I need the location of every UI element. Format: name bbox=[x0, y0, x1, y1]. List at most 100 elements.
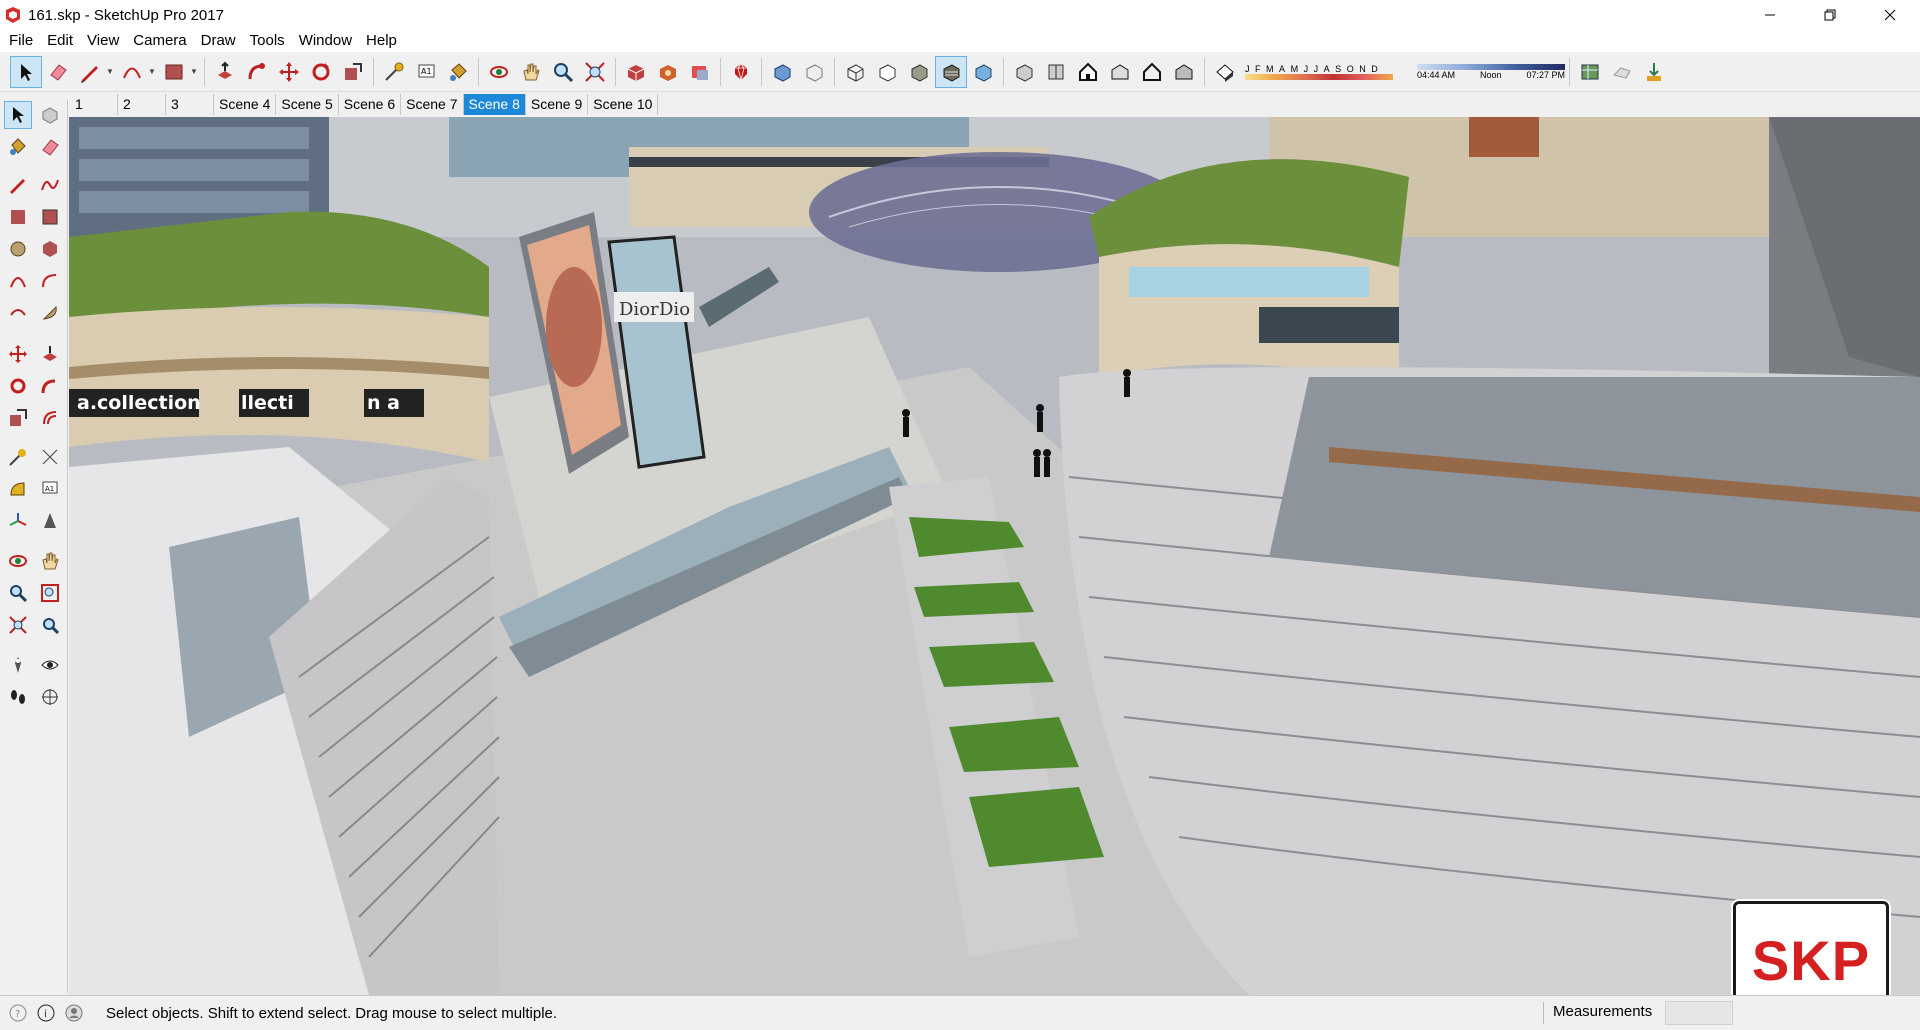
extension-warehouse-button[interactable] bbox=[725, 56, 757, 88]
zoom-button[interactable] bbox=[547, 56, 579, 88]
text-tool-button[interactable]: A1 bbox=[410, 56, 442, 88]
select-tool-button[interactable] bbox=[10, 55, 42, 88]
scale-tool[interactable] bbox=[4, 404, 32, 432]
rectangle-tool[interactable] bbox=[4, 203, 32, 231]
tape-measure-button[interactable] bbox=[378, 56, 410, 88]
zoom-tool[interactable] bbox=[4, 579, 32, 607]
arc-tool[interactable] bbox=[4, 267, 32, 295]
scene-tab[interactable]: Scene 9 bbox=[526, 93, 589, 115]
warehouse-button[interactable] bbox=[620, 56, 652, 88]
eraser-tool[interactable] bbox=[36, 133, 64, 161]
pan-tool[interactable] bbox=[36, 547, 64, 575]
style-monochrome-button[interactable] bbox=[967, 56, 999, 88]
scene-tab-active[interactable]: Scene 8 bbox=[463, 93, 526, 115]
orbit-tool[interactable] bbox=[4, 547, 32, 575]
zoom-extents-tool[interactable] bbox=[4, 611, 32, 639]
circle-tool[interactable] bbox=[4, 235, 32, 263]
menu-tools[interactable]: Tools bbox=[243, 30, 292, 52]
view-top-button[interactable] bbox=[1040, 56, 1072, 88]
scene-tab[interactable]: Scene 5 bbox=[276, 93, 339, 115]
previous-view-tool[interactable] bbox=[36, 611, 64, 639]
view-left-button[interactable] bbox=[1168, 56, 1200, 88]
menu-camera[interactable]: Camera bbox=[126, 30, 193, 52]
scale-button[interactable] bbox=[337, 56, 369, 88]
paint-bucket-tool[interactable] bbox=[4, 133, 32, 161]
scene-tab[interactable]: Scene 7 bbox=[401, 93, 464, 115]
dimension-tool[interactable] bbox=[36, 443, 64, 471]
shadows-toggle-button[interactable] bbox=[1209, 56, 1241, 88]
photo-texture-button[interactable] bbox=[1638, 56, 1670, 88]
view-back-button[interactable] bbox=[1136, 56, 1168, 88]
scene-tab[interactable]: Scene 6 bbox=[339, 93, 402, 115]
rectangle-tool-button[interactable] bbox=[158, 56, 190, 88]
protractor-tool[interactable] bbox=[4, 475, 32, 503]
shape-dropdown-arrow[interactable]: ▼ bbox=[190, 67, 200, 76]
style-backedges-button[interactable] bbox=[798, 56, 830, 88]
zoom-extents-button[interactable] bbox=[579, 56, 611, 88]
3d-text-tool[interactable] bbox=[36, 507, 64, 535]
minimize-button[interactable] bbox=[1740, 0, 1800, 30]
move-tool[interactable] bbox=[4, 340, 32, 368]
scene-tab[interactable]: 2 bbox=[118, 93, 166, 115]
tape-measure-tool[interactable] bbox=[4, 443, 32, 471]
rotate-button[interactable] bbox=[305, 56, 337, 88]
menu-draw[interactable]: Draw bbox=[194, 30, 243, 52]
look-around-tool[interactable] bbox=[36, 651, 64, 679]
orbit-button[interactable] bbox=[483, 56, 515, 88]
scene-tab[interactable]: 3 bbox=[166, 93, 214, 115]
pie-tool[interactable] bbox=[36, 299, 64, 327]
axes-tool[interactable] bbox=[4, 507, 32, 535]
arc-dropdown-arrow[interactable]: ▼ bbox=[148, 67, 158, 76]
style-hidden-line-button[interactable] bbox=[871, 56, 903, 88]
text-tool[interactable]: A1 bbox=[36, 475, 64, 503]
add-location-button[interactable] bbox=[1574, 56, 1606, 88]
view-right-button[interactable] bbox=[1104, 56, 1136, 88]
zoom-window-tool[interactable] bbox=[36, 579, 64, 607]
drawing-viewport[interactable]: a.collection llecti n a Dior Dio bbox=[69, 117, 1920, 995]
offset-tool[interactable] bbox=[36, 404, 64, 432]
rotated-rectangle-tool[interactable] bbox=[36, 203, 64, 231]
close-button[interactable] bbox=[1860, 0, 1920, 30]
restore-button[interactable] bbox=[1800, 0, 1860, 30]
polygon-tool[interactable] bbox=[36, 235, 64, 263]
move-button[interactable] bbox=[273, 56, 305, 88]
scene-tab[interactable]: Scene 4 bbox=[214, 93, 277, 115]
menu-help[interactable]: Help bbox=[359, 30, 404, 52]
menu-edit[interactable]: Edit bbox=[40, 30, 80, 52]
menu-view[interactable]: View bbox=[80, 30, 126, 52]
menu-file[interactable]: File bbox=[2, 30, 40, 52]
component-tool[interactable] bbox=[36, 101, 64, 129]
freehand-tool[interactable] bbox=[36, 171, 64, 199]
share-model-button[interactable] bbox=[652, 56, 684, 88]
pan-button[interactable] bbox=[515, 56, 547, 88]
scene-tab[interactable]: 1 bbox=[70, 93, 118, 115]
three-point-arc-tool[interactable] bbox=[4, 299, 32, 327]
push-pull-tool[interactable] bbox=[36, 340, 64, 368]
push-pull-button[interactable] bbox=[209, 56, 241, 88]
style-textured-button[interactable] bbox=[935, 55, 967, 88]
line-tool[interactable] bbox=[4, 171, 32, 199]
scene-tab[interactable]: Scene 10 bbox=[588, 93, 659, 115]
view-iso-button[interactable] bbox=[1008, 56, 1040, 88]
measurements-input[interactable] bbox=[1665, 1001, 1733, 1025]
shadow-month-slider[interactable] bbox=[1245, 73, 1393, 80]
user-account-icon[interactable] bbox=[64, 1003, 84, 1023]
share-component-button[interactable] bbox=[684, 56, 716, 88]
arc-tool-button[interactable] bbox=[116, 56, 148, 88]
follow-me-tool[interactable] bbox=[36, 372, 64, 400]
style-shaded-button[interactable] bbox=[903, 56, 935, 88]
select-tool[interactable] bbox=[4, 101, 32, 129]
view-front-button[interactable] bbox=[1072, 56, 1104, 88]
style-xray-button[interactable] bbox=[766, 56, 798, 88]
credits-icon[interactable]: i bbox=[36, 1003, 56, 1023]
menu-window[interactable]: Window bbox=[292, 30, 359, 52]
walk-tool[interactable] bbox=[4, 683, 32, 711]
rotate-tool[interactable] bbox=[4, 372, 32, 400]
geo-location-icon[interactable]: ? bbox=[8, 1003, 28, 1023]
line-dropdown-arrow[interactable]: ▼ bbox=[106, 67, 116, 76]
toggle-terrain-button[interactable] bbox=[1606, 56, 1638, 88]
offset-button[interactable] bbox=[241, 56, 273, 88]
section-plane-tool[interactable] bbox=[36, 683, 64, 711]
style-wireframe-button[interactable] bbox=[839, 56, 871, 88]
two-point-arc-tool[interactable] bbox=[36, 267, 64, 295]
